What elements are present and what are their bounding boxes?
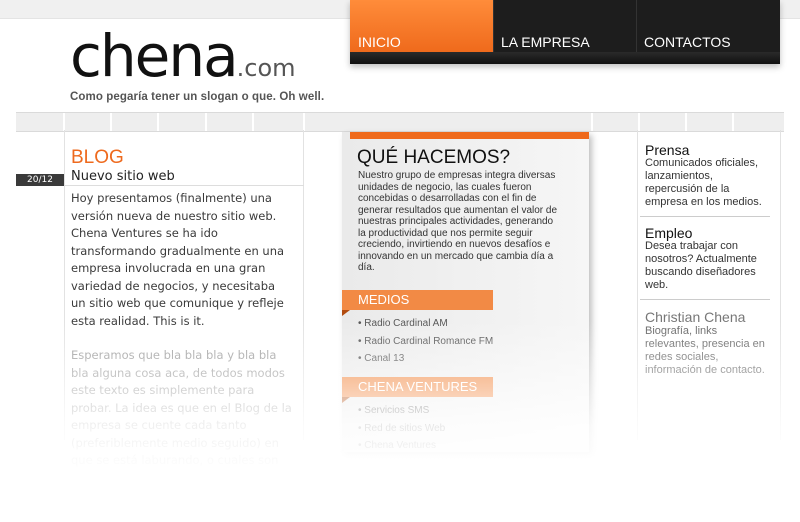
medios-heading-label: MEDIOS (358, 292, 410, 307)
list-item[interactable]: • Radio Cardinal Romance FM (358, 333, 493, 351)
list-item[interactable]: • Servicios SMS (358, 402, 445, 420)
blog-heading[interactable]: BLOG (71, 147, 124, 169)
chena-ventures-heading-fold (342, 397, 350, 403)
sidebar-divider (640, 216, 770, 217)
nav-label: INICIO (358, 34, 401, 50)
chena-ventures-heading-label: CHENA VENTURES (358, 379, 478, 394)
grid-cell (685, 113, 733, 131)
grid-cell (252, 113, 300, 131)
nav-item-inicio[interactable]: INICIO (350, 0, 494, 52)
post-title[interactable]: Nuevo sitio web (71, 169, 175, 184)
sidebar-empleo-title[interactable]: Empleo (645, 225, 692, 241)
grid-cell (157, 113, 205, 131)
nav-shadow-strip (350, 52, 780, 64)
site-logo[interactable]: chena.com (70, 24, 296, 94)
que-hacemos-title: QUÉ HACEMOS? (357, 147, 511, 168)
medios-list: • Radio Cardinal AM • Radio Cardinal Rom… (358, 315, 493, 368)
sidebar-empleo-text: Desea trabajar con nosotros? Actualmente… (645, 240, 757, 291)
grid-cell (110, 113, 158, 131)
slogan: Como pegaría tener un slogan o que. Oh w… (70, 91, 325, 103)
logo-domain: .com (236, 54, 296, 82)
grid-cell (732, 113, 784, 131)
sidebar-christian-text: Biografía, links relevantes, presencia e… (645, 325, 765, 376)
sidebar-christian-title[interactable]: Christian Chena (645, 309, 745, 325)
list-item[interactable]: • Chena Ventures (358, 437, 445, 455)
grid-cell (205, 113, 253, 131)
medios-heading-fold (342, 310, 350, 316)
column-divider (637, 130, 638, 440)
sidebar-prensa-text: Comunicados oficiales, lanzamientos, rep… (645, 157, 762, 208)
medios-heading[interactable]: MEDIOS (342, 290, 493, 310)
que-hacemos-text: Nuestro grupo de empresas integra divers… (358, 170, 558, 273)
grid-cell (63, 113, 111, 131)
nav-label: CONTACTOS (644, 34, 731, 50)
sidebar-prensa-title[interactable]: Prensa (645, 142, 689, 158)
post-paragraph: Esperamos que bla bla bla y bla bla bla … (71, 348, 292, 502)
nav-item-la-empresa[interactable]: LA EMPRESA (493, 0, 637, 52)
grid-cell (638, 113, 686, 131)
list-item[interactable]: • Radio Cardinal AM (358, 315, 493, 333)
post-date-badge: 20/12 (16, 174, 64, 186)
post-date-rule (64, 185, 304, 186)
logo-name: chena (70, 22, 239, 90)
grid-cell (591, 113, 639, 131)
grid-cell (303, 113, 351, 131)
column-divider (780, 130, 781, 440)
column-divider (64, 130, 65, 440)
list-item[interactable]: • Canal 13 (358, 350, 493, 368)
sidebar-divider (640, 299, 770, 300)
panel-accent-bar (350, 132, 589, 139)
post-paragraph: Hoy presentamos (finalmente) una versión… (71, 191, 285, 328)
column-divider (303, 130, 304, 440)
nav-label: LA EMPRESA (501, 34, 590, 50)
list-item[interactable]: • Red de sitios Web (358, 420, 445, 438)
nav-item-contactos[interactable]: CONTACTOS (636, 0, 780, 52)
grid-header-row (16, 112, 784, 132)
chena-ventures-list: • Servicios SMS • Red de sitios Web • Ch… (358, 402, 445, 455)
post-body: Hoy presentamos (finalmente) una versión… (71, 190, 293, 522)
main-nav: INICIO LA EMPRESA CONTACTOS (350, 0, 780, 64)
chena-ventures-heading[interactable]: CHENA VENTURES (342, 377, 493, 397)
